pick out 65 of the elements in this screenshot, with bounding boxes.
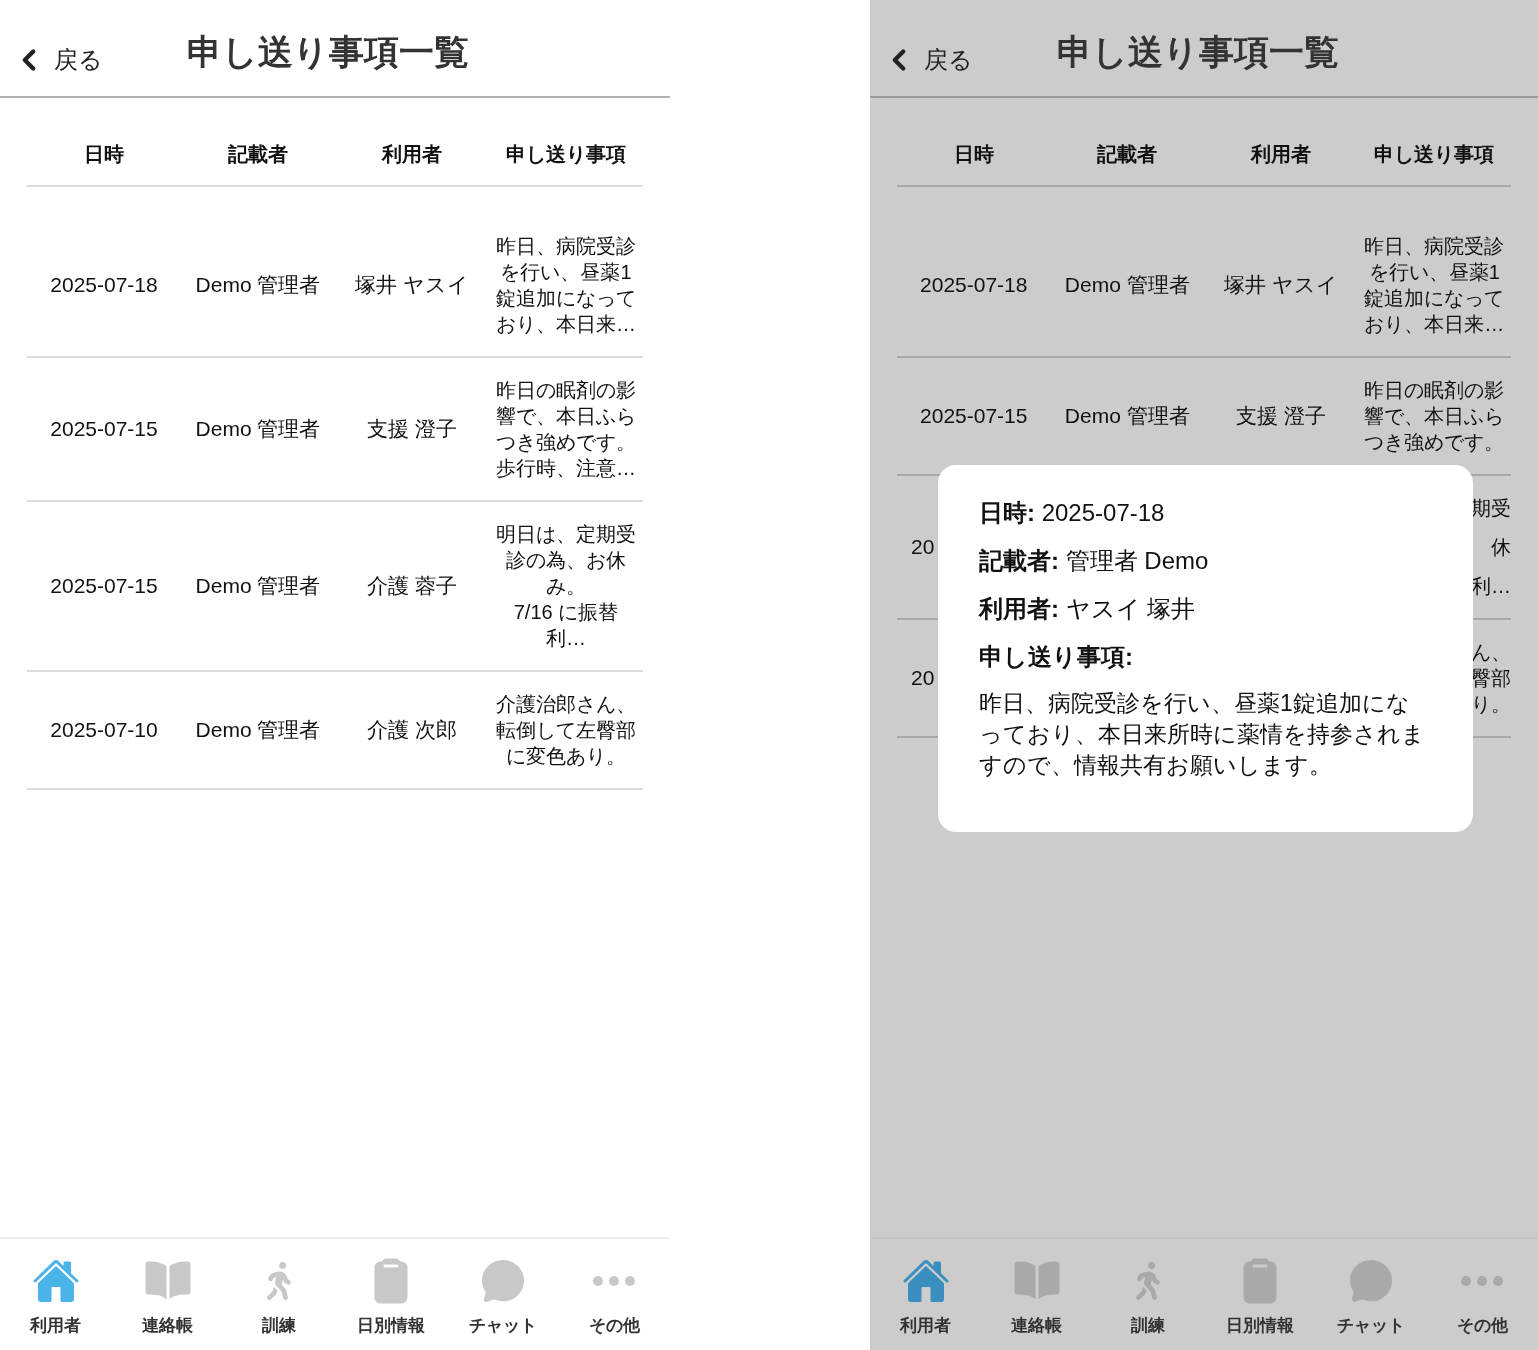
- column-header: 利用者: [1249, 142, 1312, 167]
- tab-bar-item[interactable]: チャット: [446, 1239, 559, 1350]
- author-cell: Demo 管理者: [195, 417, 321, 441]
- memo-cell-text: 昨日、病院受診を行い、昼薬1錠追加になっており、本日来…: [1364, 234, 1505, 337]
- author-cell: Demo 管理者: [195, 273, 321, 297]
- column-header: 日時: [83, 142, 125, 167]
- column-header: 申し送り事項: [505, 142, 627, 167]
- author-cell: Demo 管理者: [195, 718, 321, 742]
- tab-bar-item[interactable]: 訓練: [1092, 1239, 1204, 1350]
- column-header: 利用者: [380, 142, 443, 167]
- tab-bar-item[interactable]: 連絡帳: [111, 1239, 224, 1350]
- column-header: 記載者: [227, 142, 289, 167]
- memo-cell-text: 明日は、定期受診の為、お休み。 7/16 に振替利…: [496, 522, 636, 651]
- date-cell: 2025-07-10: [50, 718, 158, 742]
- tab-bar-item[interactable]: 利用者: [0, 1239, 112, 1350]
- column-header: 申し送り事項: [1373, 142, 1496, 167]
- page-title: 申し送り事項一覧: [187, 30, 469, 73]
- memo-cell-text: 昨日の眠剤の影響で、本日ふらつき強めです。歩行時、注意…: [496, 378, 636, 481]
- date-cell: 2025-07-15: [50, 417, 158, 441]
- detail-field: 利用者: ヤスイ 塚井: [979, 594, 1432, 624]
- memo-cell-text: 臀部: [1471, 666, 1511, 691]
- column-header: 日時: [952, 142, 995, 167]
- memo-cell-text: 昨日の眠剤の影響で、本日ふらつき強めです。: [1364, 378, 1505, 455]
- memo-cell-text: 介護治郎さん、転倒して左臀部に変色あり。: [496, 692, 636, 769]
- memo-cell-text: 休: [1491, 535, 1511, 560]
- tab-bar-item[interactable]: 日別情報: [335, 1239, 447, 1350]
- date-cell: 2025-07-18: [920, 273, 1028, 297]
- home-icon: [901, 1257, 950, 1305]
- detail-field: 日時: 2025-07-18: [979, 498, 1432, 528]
- back-button[interactable]: 戻る: [882, 42, 973, 78]
- column-header: 記載者: [1096, 142, 1159, 167]
- memo-cell-text: り。: [1471, 692, 1511, 717]
- memo-cell-text: ん、: [1471, 640, 1511, 665]
- author-cell: Demo 管理者: [195, 574, 321, 598]
- memo-cell-text: 利…: [1471, 574, 1511, 599]
- page-title: 申し送り事項一覧: [1057, 30, 1339, 73]
- author-cell: Demo 管理者: [1064, 404, 1190, 428]
- back-button[interactable]: 戻る: [12, 42, 103, 78]
- user-cell: 支援 澄子: [367, 417, 457, 441]
- user-cell: 塚井 ヤスイ: [355, 273, 469, 297]
- date-cell: 20: [911, 666, 935, 690]
- date-cell: 2025-07-18: [50, 273, 158, 297]
- user-cell: 介護 蓉子: [367, 574, 457, 598]
- tab-bar-item[interactable]: 利用者: [870, 1239, 982, 1350]
- tab-bar-item[interactable]: その他: [558, 1239, 671, 1350]
- tab-bar-item[interactable]: 連絡帳: [981, 1239, 1093, 1350]
- tab-bar-item[interactable]: 日別情報: [1204, 1239, 1316, 1350]
- memo-text: 昨日、病院受診を行い、昼薬1錠追加になっており、本日来所時に薬情を持参されますので、情報共有お願いします。: [979, 689, 1426, 780]
- more-dots-icon: [1461, 1276, 1504, 1286]
- more-dots-icon: [593, 1276, 636, 1286]
- date-cell: 20: [911, 535, 935, 559]
- user-cell: 支援 澄子: [1235, 404, 1326, 428]
- memo-cell-text: 昨日、病院受診を行い、昼薬1錠追加になっており、本日来…: [496, 234, 636, 337]
- home-icon: [31, 1257, 80, 1305]
- memo-label: 申し送り事項:: [979, 642, 1134, 672]
- user-cell: 介護 次郎: [367, 718, 457, 742]
- tab-bar-item[interactable]: その他: [1426, 1239, 1538, 1350]
- detail-field: 記載者: 管理者 Demo: [979, 546, 1432, 576]
- tab-bar-item[interactable]: 訓練: [223, 1239, 335, 1350]
- date-cell: 2025-07-15: [50, 574, 158, 598]
- user-cell: 塚井 ヤスイ: [1223, 273, 1338, 297]
- memo-cell-text: 期受: [1471, 496, 1511, 521]
- tab-bar-item[interactable]: チャット: [1315, 1239, 1427, 1350]
- author-cell: Demo 管理者: [1064, 273, 1190, 297]
- date-cell: 2025-07-15: [920, 404, 1028, 428]
